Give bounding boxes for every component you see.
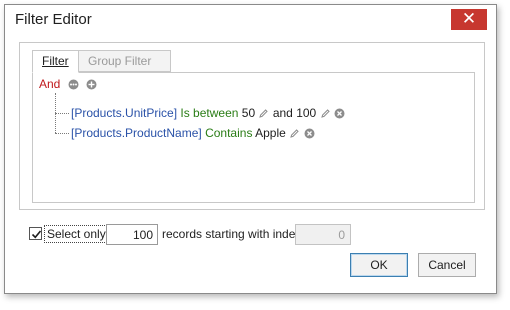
condition-field[interactable]: [Products.ProductName] — [71, 126, 202, 140]
title-bar: Filter Editor ✕ — [5, 5, 496, 36]
plus-circle-icon[interactable] — [86, 78, 97, 90]
records-starting-label: records starting with index — [162, 227, 302, 241]
pencil-icon[interactable] — [289, 127, 300, 139]
filter-tree: And [Products.UnitPrice] Is between 50 a… — [33, 73, 474, 202]
dialog-title: Filter Editor — [15, 11, 92, 28]
close-icon: ✕ — [461, 9, 477, 28]
tab-filter[interactable]: Filter — [32, 50, 79, 73]
tab-group-filter-label: Group Filter — [88, 54, 152, 68]
remove-circle-icon[interactable] — [304, 127, 315, 139]
condition-operator[interactable]: Is between — [180, 106, 238, 120]
cancel-button[interactable]: Cancel — [418, 253, 476, 277]
filter-group-row: And — [39, 76, 97, 92]
tree-connector-line — [55, 113, 69, 114]
ok-button[interactable]: OK — [350, 253, 408, 277]
ellipsis-circle-icon[interactable] — [68, 78, 79, 90]
condition-field[interactable]: [Products.UnitPrice] — [71, 106, 177, 120]
filter-condition-row: [Products.ProductName] Contains Apple — [71, 125, 315, 141]
pencil-icon[interactable] — [258, 107, 269, 119]
tree-connector-line — [55, 133, 69, 134]
condition-connector: and — [272, 106, 293, 120]
filter-editor-dialog: Filter Editor ✕ Filter Group Filter And — [4, 4, 497, 294]
select-only-checkbox[interactable] — [29, 227, 42, 240]
record-count-input[interactable] — [106, 224, 158, 245]
remove-circle-icon[interactable] — [334, 107, 345, 119]
tab-filter-label: Filter — [42, 54, 69, 68]
condition-value[interactable]: Apple — [255, 126, 286, 140]
select-only-label[interactable]: Select only — [44, 225, 109, 243]
tab-group-filter[interactable]: Group Filter — [79, 50, 171, 72]
filter-condition-row: [Products.UnitPrice] Is between 50 and 1… — [71, 105, 345, 121]
filter-tab-panel: And [Products.UnitPrice] Is between 50 a… — [32, 72, 475, 203]
pencil-icon[interactable] — [320, 107, 331, 119]
start-index-input[interactable] — [295, 224, 351, 245]
condition-operator[interactable]: Contains — [205, 126, 252, 140]
close-button[interactable]: ✕ — [451, 9, 487, 30]
filter-group-box: Filter Group Filter And [Products.UnitPr… — [19, 42, 485, 210]
group-operator-and[interactable]: And — [39, 77, 60, 91]
checkmark-icon — [31, 230, 42, 239]
condition-value[interactable]: 50 — [242, 106, 255, 120]
condition-value[interactable]: 100 — [296, 106, 316, 120]
